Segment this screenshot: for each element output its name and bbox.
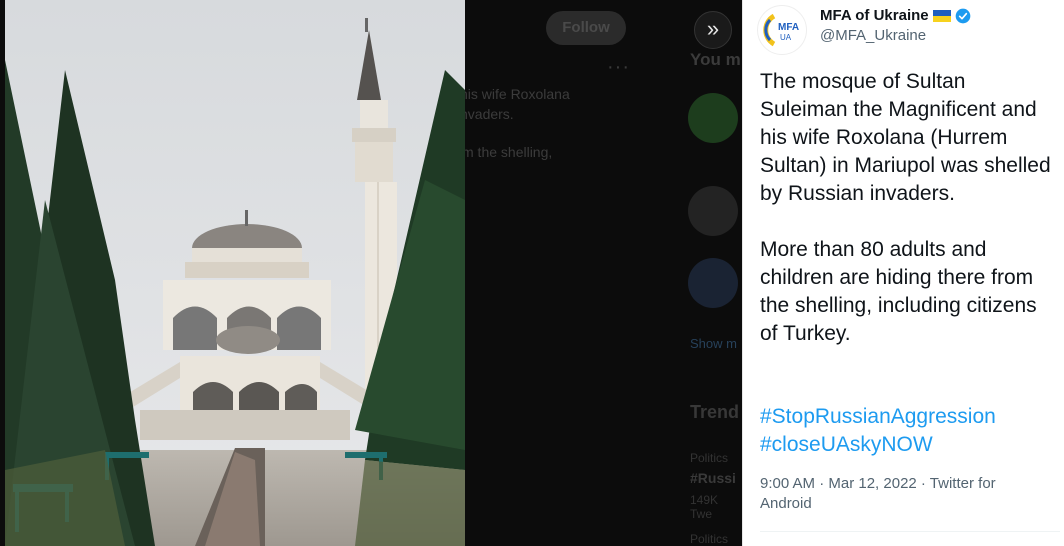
you-might-like-heading: You m [690, 50, 741, 69]
mosque-photo-illustration [5, 0, 465, 546]
media-viewer: Follow ··· his wife Roxolana nvaders. m … [0, 0, 742, 546]
mfa-logo-icon: MFA UA [763, 13, 799, 47]
expand-panel-icon[interactable]: » [694, 11, 732, 49]
user-handle[interactable]: @MFA_Ukraine [820, 27, 926, 44]
hashtag-link[interactable]: #StopRussianAggression [760, 403, 1060, 431]
hashtag-link[interactable]: #closeUAskyNOW [760, 431, 1060, 459]
background-text-line: nvaders. [460, 106, 514, 122]
show-more-link[interactable]: Show m [690, 336, 737, 351]
display-name-text: MFA of Ukraine [820, 7, 929, 24]
more-options-icon[interactable]: ··· [607, 56, 630, 79]
tweet-text: The mosque of Sultan Suleiman the Magnif… [760, 68, 1055, 348]
tweet-photo[interactable] [5, 0, 465, 546]
background-tweet-text: his wife Roxolana nvaders. [460, 84, 570, 124]
tweet-paragraph: More than 80 adults and children are hid… [760, 238, 1037, 345]
suggested-account-avatar[interactable] [688, 258, 738, 308]
tweet-timestamp[interactable]: 9:00 AM · Mar 12, 2022 · Twitter for And… [760, 474, 1030, 514]
avatar-text: MFA [778, 22, 799, 33]
background-text-line: m the shelling, [462, 144, 553, 160]
divider [760, 531, 1060, 532]
tweet-detail-panel: MFA UA MFA of Ukraine @MFA_Ukraine The m… [742, 0, 1064, 546]
trends-heading: Trend [690, 402, 740, 422]
display-name[interactable]: MFA of Ukraine [820, 7, 971, 24]
avatar-subtext: UA [780, 33, 792, 42]
avatar[interactable]: MFA UA [757, 5, 807, 55]
follow-button[interactable]: Follow [546, 11, 626, 45]
hashtags: #StopRussianAggression #closeUAskyNOW [760, 403, 1060, 459]
background-text-line: his wife Roxolana [460, 86, 570, 102]
trend-category: Politics [690, 532, 729, 546]
verified-badge-icon [955, 8, 970, 23]
trend-category: Politics [690, 451, 729, 465]
trend-hashtag[interactable]: #Russi [690, 470, 736, 486]
suggested-account-avatar[interactable] [688, 186, 738, 236]
tweet-paragraph: The mosque of Sultan Suleiman the Magnif… [760, 70, 1051, 205]
trend-count: 149K Twe [690, 493, 719, 521]
suggested-account-avatar[interactable] [688, 93, 738, 143]
ukraine-flag-icon [932, 9, 951, 22]
